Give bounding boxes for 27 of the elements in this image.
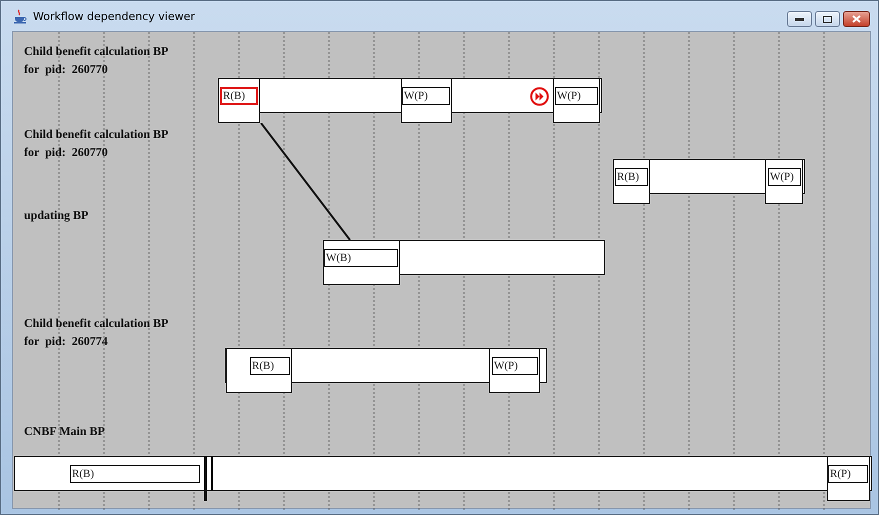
- process-title: Child benefit calculation BP: [24, 315, 168, 332]
- access-tag[interactable]: W(B): [324, 249, 398, 267]
- close-button[interactable]: [843, 11, 870, 27]
- process-id: for pid: 260770: [24, 61, 109, 78]
- process-title: CNBF Main BP: [24, 423, 105, 440]
- access-tag[interactable]: W(P): [768, 168, 801, 186]
- maximize-button[interactable]: [815, 11, 840, 27]
- process-title: Child benefit calculation BP: [24, 43, 168, 60]
- process-id: for pid: 260774: [24, 333, 109, 350]
- coffee-cup-icon: [13, 8, 27, 24]
- access-tag[interactable]: R(B): [250, 357, 290, 375]
- fast-forward-icon[interactable]: [530, 87, 549, 106]
- maximize-icon: [823, 16, 832, 22]
- access-tag[interactable]: R(B): [220, 87, 258, 105]
- access-tag[interactable]: R(P): [828, 465, 868, 483]
- close-icon: [852, 15, 861, 23]
- access-tag[interactable]: W(P): [492, 357, 538, 375]
- minimize-icon: [795, 17, 804, 21]
- window-title: Workflow dependency viewer: [33, 10, 195, 22]
- minimize-button[interactable]: [787, 11, 812, 27]
- access-tag[interactable]: R(B): [615, 168, 648, 186]
- process-title: updating BP: [24, 207, 88, 224]
- process-id: for pid: 260770: [24, 144, 109, 161]
- process-title: Child benefit calculation BP: [24, 126, 168, 143]
- access-tag[interactable]: R(B): [70, 465, 200, 483]
- access-tag[interactable]: W(P): [402, 87, 450, 105]
- access-tag[interactable]: W(P): [555, 87, 598, 105]
